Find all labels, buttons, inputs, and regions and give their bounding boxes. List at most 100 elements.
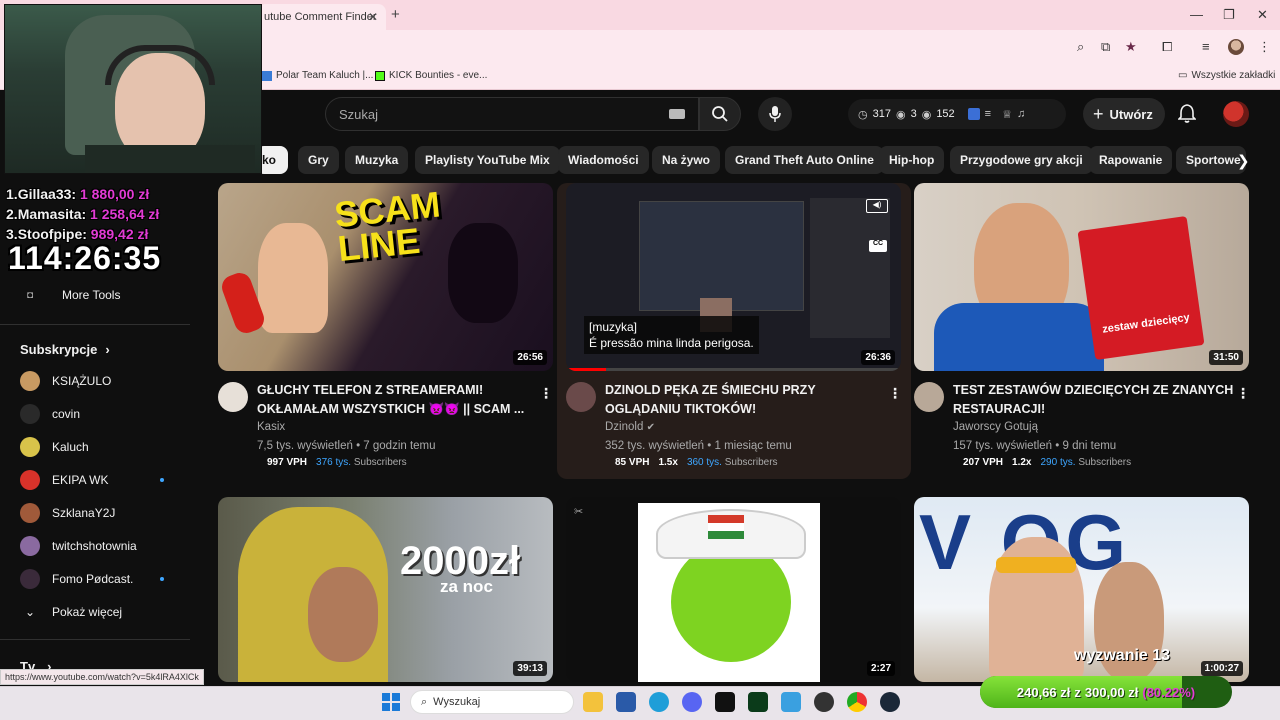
avatar [20, 503, 40, 523]
chip-sportowe[interactable]: Sportowe [1176, 146, 1246, 174]
verified-icon: ✔ [646, 422, 655, 433]
channel-name[interactable]: Kasix [257, 418, 285, 436]
thumbnail-screen [639, 201, 804, 311]
channel-name-label: Dzinold [605, 421, 644, 433]
caption-overlay: [muzyka] É pressão mina linda perigosa. [584, 316, 759, 354]
sidebar-item-ksiazulo[interactable]: KSIĄŻULO [20, 369, 111, 393]
video-title[interactable]: DZINOLD PĘKA ZE ŚMIECHU PRZY OGLĄDANIU T… [605, 381, 885, 419]
video-duration: 26:36 [861, 350, 895, 365]
windows-start-icon[interactable] [381, 692, 401, 712]
more-options-icon[interactable]: ⋮ [888, 385, 902, 402]
browser-profile-avatar[interactable] [1228, 39, 1244, 55]
extension-logo-icon[interactable] [967, 108, 980, 120]
sidebar-item-szklanay2j[interactable]: SzklanaY2J [20, 501, 115, 525]
search-button[interactable] [699, 97, 741, 131]
browser-tab[interactable]: utube Comment Finder ✕ [258, 4, 386, 30]
list-icon[interactable]: ≡ [985, 108, 991, 120]
show-more-button[interactable]: ⌄ Pokaż więcej [20, 600, 122, 624]
chip-wiadomosci[interactable]: Wiadomości [558, 146, 649, 174]
sidebar-item-twitchshotownia[interactable]: twitchshotownia [20, 534, 137, 558]
taskbar-search-input[interactable]: ⌕ Wyszukaj [410, 690, 574, 714]
steam-icon[interactable] [880, 692, 900, 712]
video-thumbnail[interactable]: ✂ 2:27 [566, 497, 901, 682]
channel-name[interactable]: Jaworscy Gotują [953, 418, 1038, 436]
bookmark-polar-team[interactable]: Polar Team Kaluch |... [262, 70, 373, 81]
channel-avatar[interactable] [218, 382, 248, 412]
chip-na-zywo[interactable]: Na żywo [652, 146, 721, 174]
more-options-icon[interactable]: ⋮ [1236, 385, 1250, 402]
chip-rapowanie[interactable]: Rapowanie [1089, 146, 1173, 174]
thumbnail-subtext: za noc [440, 577, 493, 596]
mute-icon[interactable]: ◀) [866, 199, 888, 213]
app-icon[interactable] [748, 692, 768, 712]
tiktok-icon[interactable] [715, 692, 735, 712]
create-label: Utwórz [1109, 106, 1153, 122]
vph-badge: 85 VPH [615, 457, 650, 468]
sidebar-item-kaluch[interactable]: Kaluch [20, 435, 89, 459]
chrome-icon[interactable] [847, 692, 867, 712]
channel-avatar[interactable] [914, 382, 944, 412]
divider [0, 324, 190, 325]
voice-search-button[interactable] [758, 97, 792, 131]
extensions-icon[interactable]: ⧠ [1162, 39, 1172, 55]
progress-fill [566, 368, 607, 371]
chip-muzyka[interactable]: Muzyka [345, 146, 409, 174]
captions-cc-icon[interactable]: CC [869, 240, 887, 252]
thumbnail-text: zestaw dziecięcy [1101, 311, 1191, 336]
bookmark-star-icon[interactable]: ★ [1125, 39, 1137, 55]
link-status-url: https://www.youtube.com/watch?v=5k4lRA4X… [0, 669, 204, 685]
close-tab-icon[interactable]: ✕ [368, 10, 378, 24]
edge-icon[interactable] [649, 692, 669, 712]
browser-menu-icon[interactable]: ⋮ [1258, 39, 1271, 55]
flag-red-stripe [708, 515, 744, 523]
create-button[interactable]: + Utwórz [1083, 98, 1165, 130]
chip-playlisty[interactable]: Playlisty YouTube Mix [415, 146, 560, 174]
video-title[interactable]: GŁUCHY TELEFON Z STREAMERAMI! OKŁAMAŁAM … [257, 381, 537, 419]
discord-icon[interactable] [682, 692, 702, 712]
youtube-account-avatar[interactable] [1223, 101, 1249, 127]
maximize-icon[interactable]: ❐ [1223, 7, 1235, 23]
search-input[interactable]: Szukaj [325, 97, 699, 131]
microphone-icon [769, 106, 781, 122]
file-explorer-icon[interactable] [583, 692, 603, 712]
chip-hip-hop[interactable]: Hip-hop [879, 146, 945, 174]
reading-list-icon[interactable]: ≡ [1202, 39, 1210, 54]
app-icon[interactable] [781, 692, 801, 712]
video-thumbnail[interactable]: [muzyka] É pressão mina linda perigosa. … [566, 183, 901, 371]
sidebar-item-ekipa-wk[interactable]: EKIPA WK [20, 468, 108, 492]
bookmark-kick-bounties[interactable]: KICK Bounties - eve... [375, 70, 487, 81]
subscriptions-header[interactable]: Subskrypcje › [20, 337, 110, 361]
minimize-icon[interactable]: — [1190, 7, 1203, 22]
subscriber-count: 360 tys. [686, 457, 722, 468]
sidebar-item-covin[interactable]: covin [20, 402, 80, 426]
video-thumbnail[interactable]: 2000zł za noc 39:13 [218, 497, 553, 682]
video-title[interactable]: TEST ZESTAWÓW DZIECIĘCYCH ZE ZNANYCH RES… [953, 381, 1243, 419]
chevron-right-icon[interactable]: ❯ [1237, 152, 1250, 170]
sidebar-item-more-tools[interactable]: ◘ More Tools [20, 283, 121, 307]
zoom-icon[interactable]: ⌕ [1077, 39, 1084, 55]
donor-name: Gillaa33: [17, 186, 77, 202]
video-thumbnail[interactable]: V OG wyzwanie 13 1:00:27 [914, 497, 1249, 682]
install-app-icon[interactable]: ⧉ [1101, 39, 1110, 55]
video-title-line: TEST ZESTAWÓW DZIECIĘCYCH ZE ZNANYCH [953, 383, 1234, 397]
chip-gry[interactable]: Gry [298, 146, 339, 174]
close-window-icon[interactable]: ✕ [1257, 7, 1268, 23]
progress-track [566, 368, 901, 371]
app-icon[interactable] [814, 692, 834, 712]
bell-small-icon[interactable]: ♫ [1017, 108, 1025, 120]
chip-przygodowe[interactable]: Przygodowe gry akcji [950, 146, 1093, 174]
goal-label: 240,66 zł z 300,00 zł (80.22%) [980, 676, 1232, 708]
video-thumbnail[interactable]: zestaw dziecięcy 31:50 [914, 183, 1249, 371]
all-bookmarks[interactable]: ▭ Wszystkie zakładki [1178, 70, 1275, 81]
new-tab-icon[interactable]: + [391, 6, 400, 23]
trophy-icon[interactable]: ♕ [1002, 108, 1012, 121]
sidebar-item-fomo-podcast[interactable]: Fomo Pødcast. [20, 567, 133, 591]
store-icon[interactable] [616, 692, 636, 712]
channel-name[interactable]: Dzinold ✔ [605, 418, 655, 437]
video-thumbnail[interactable]: SCAM LINE 26:56 [218, 183, 553, 371]
chip-gta-online[interactable]: Grand Theft Auto Online [725, 146, 884, 174]
more-options-icon[interactable]: ⋮ [539, 385, 553, 402]
notifications-bell-icon[interactable] [1177, 103, 1197, 128]
channel-avatar[interactable] [566, 382, 596, 412]
keyboard-icon[interactable] [669, 109, 685, 119]
